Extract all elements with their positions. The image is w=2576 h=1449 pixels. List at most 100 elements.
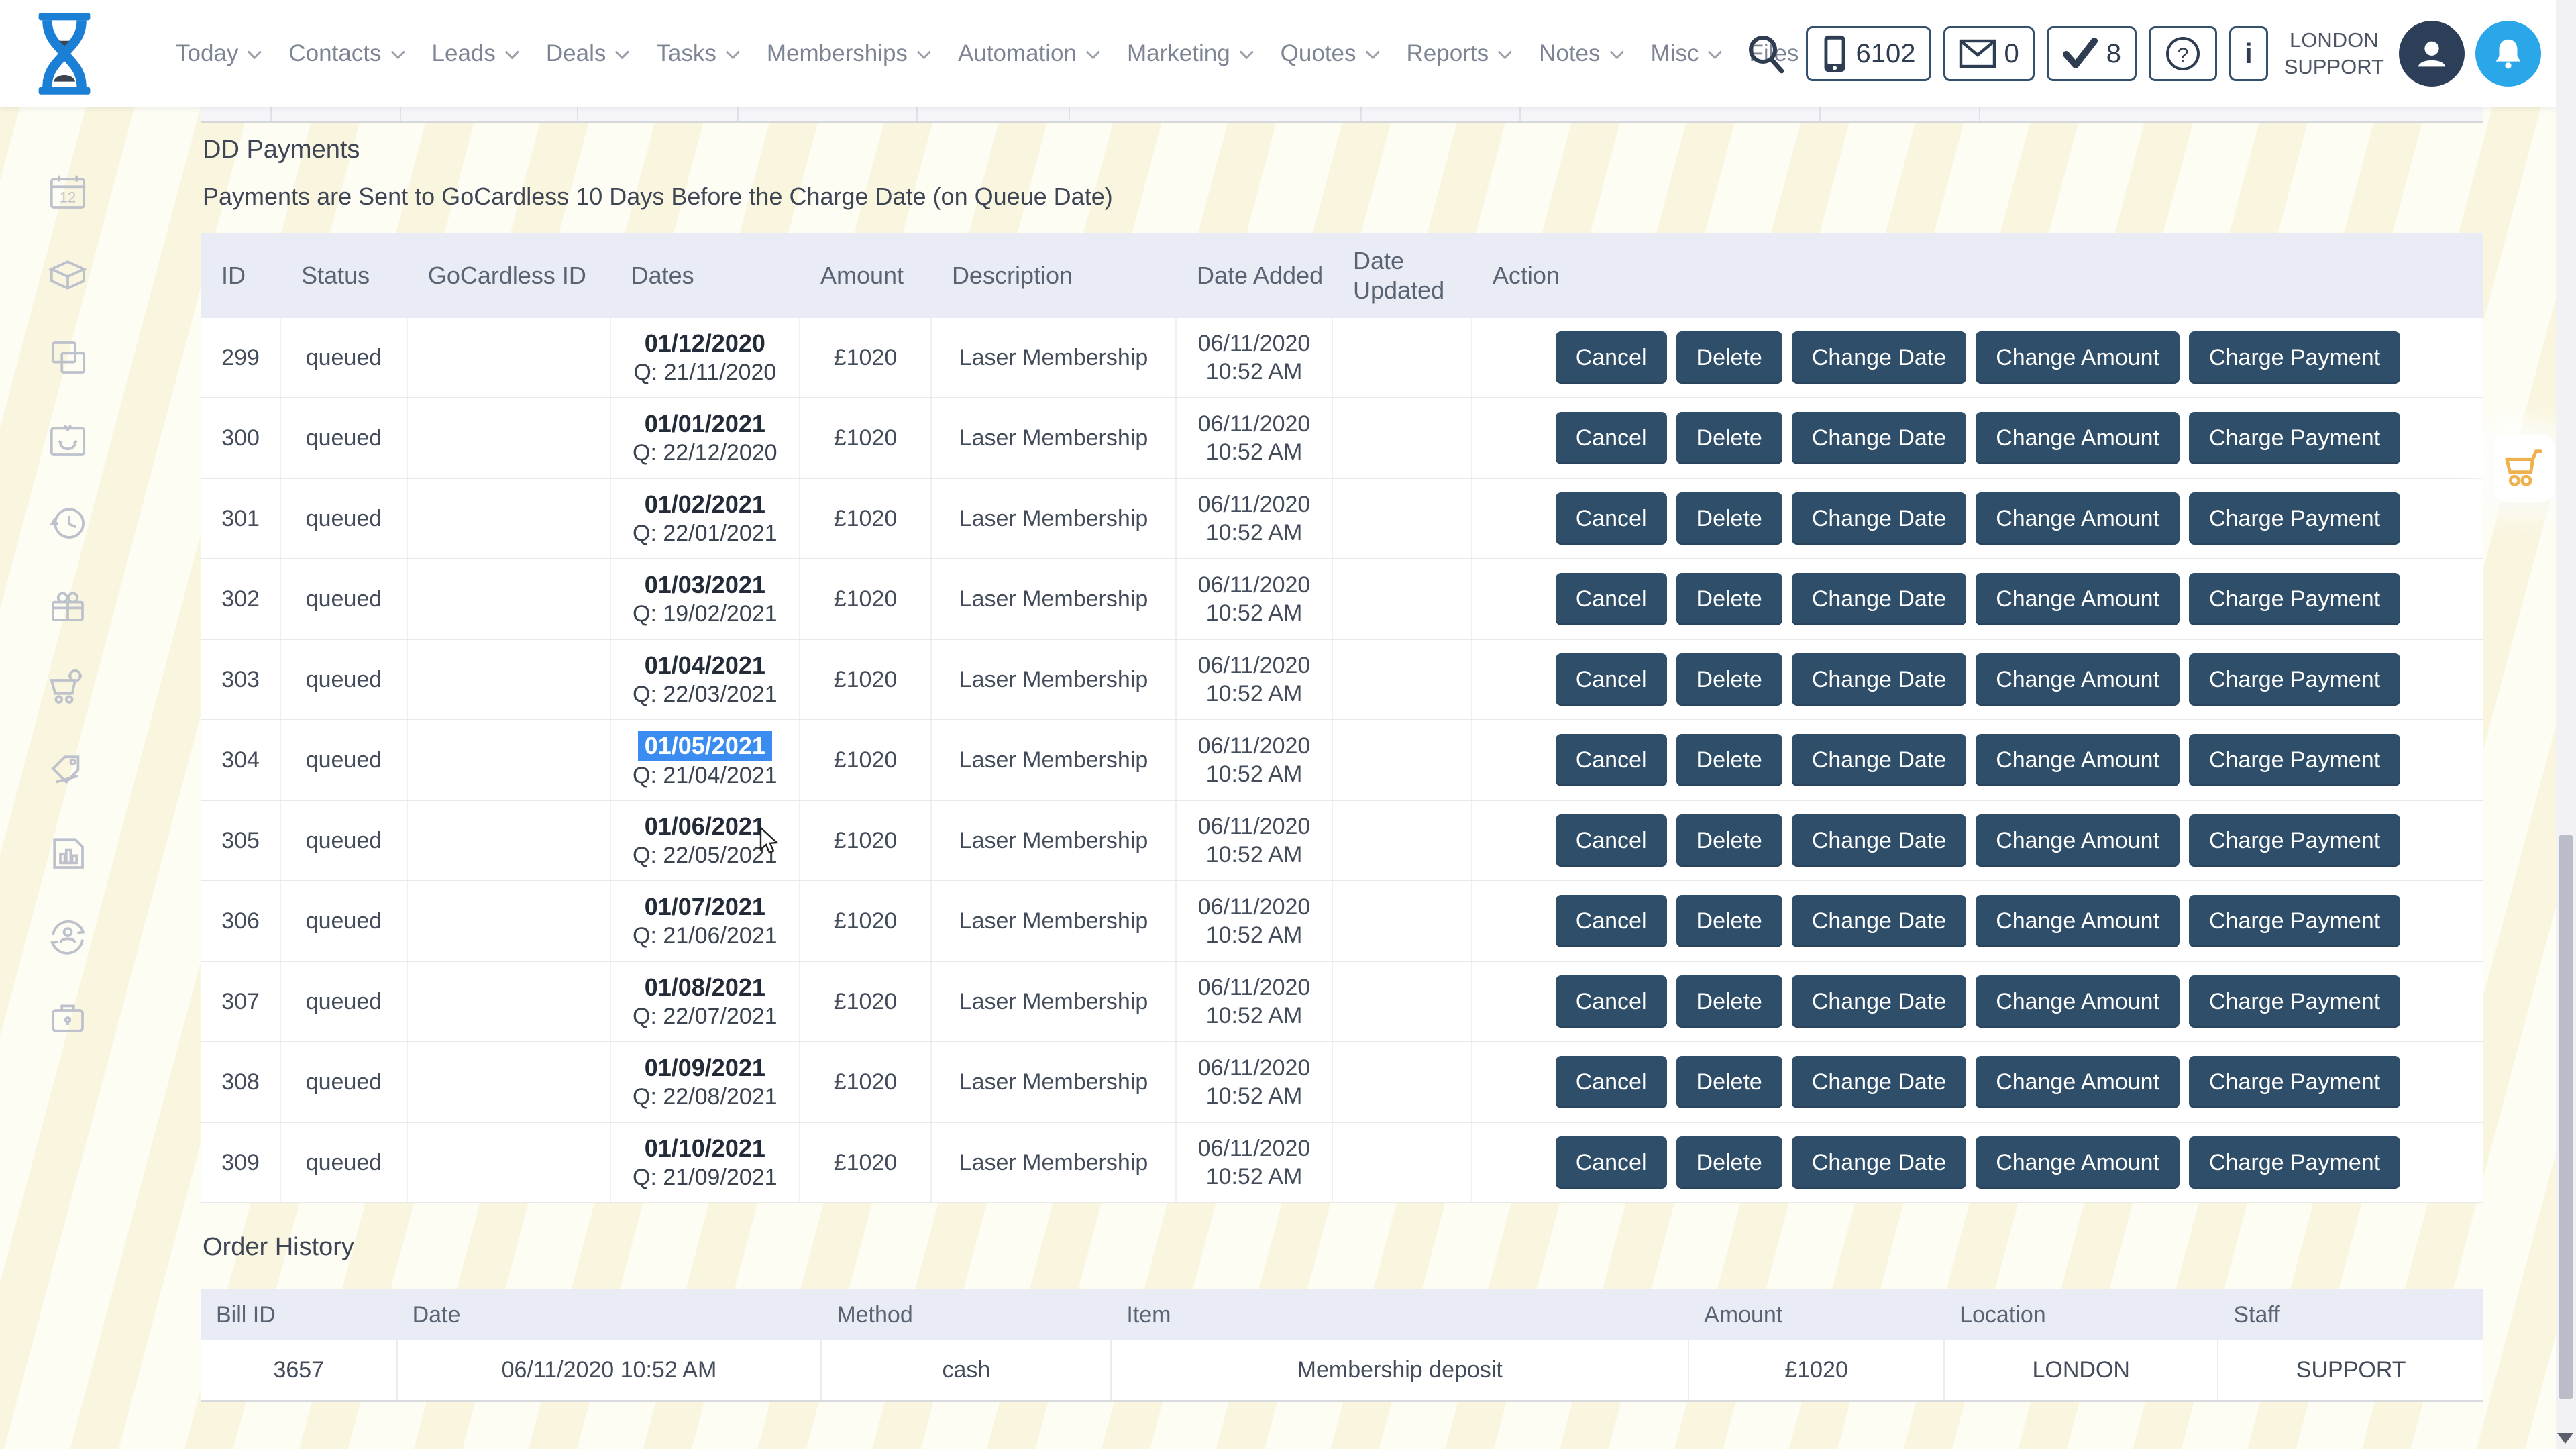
mail-badge[interactable]: 0 — [1943, 26, 2035, 81]
change-date-button[interactable]: Change Date — [1792, 814, 1966, 867]
cancel-button[interactable]: Cancel — [1556, 573, 1667, 625]
change-date-button[interactable]: Change Date — [1792, 492, 1966, 545]
change-amount-button[interactable]: Change Amount — [1976, 734, 2180, 786]
charge-payment-button[interactable]: Charge Payment — [2189, 1056, 2400, 1108]
charge-payment-button[interactable]: Charge Payment — [2189, 331, 2400, 384]
calendar-12-icon[interactable]: 12 — [46, 170, 90, 215]
queue-date: Q: 22/01/2021 — [633, 519, 777, 547]
change-date-button[interactable]: Change Date — [1792, 895, 1966, 947]
change-date-button[interactable]: Change Date — [1792, 573, 1966, 625]
delete-button[interactable]: Delete — [1676, 573, 1782, 625]
price-tags-icon[interactable] — [46, 748, 90, 792]
change-amount-button[interactable]: Change Amount — [1976, 895, 2180, 947]
charge-payment-button[interactable]: Charge Payment — [2189, 814, 2400, 867]
charge-payment-button[interactable]: Charge Payment — [2189, 1136, 2400, 1189]
app-logo-hourglass-icon[interactable] — [32, 11, 97, 97]
delete-button[interactable]: Delete — [1676, 492, 1782, 545]
cancel-button[interactable]: Cancel — [1556, 975, 1667, 1028]
cancel-button[interactable]: Cancel — [1556, 734, 1667, 786]
change-amount-button[interactable]: Change Amount — [1976, 653, 2180, 706]
charge-payment-button[interactable]: Charge Payment — [2189, 734, 2400, 786]
charge-payment-button[interactable]: Charge Payment — [2189, 975, 2400, 1028]
change-amount-button[interactable]: Change Amount — [1976, 573, 2180, 625]
change-amount-button[interactable]: Change Amount — [1976, 412, 2180, 464]
change-amount-button[interactable]: Change Amount — [1976, 1056, 2180, 1108]
change-date-button[interactable]: Change Date — [1792, 412, 1966, 464]
copy-pages-icon[interactable] — [46, 335, 90, 380]
search-icon[interactable] — [1744, 32, 1787, 75]
calendar-renew-icon[interactable] — [46, 418, 90, 462]
delete-button[interactable]: Delete — [1676, 814, 1782, 867]
change-date-button[interactable]: Change Date — [1792, 1136, 1966, 1189]
change-date-button[interactable]: Change Date — [1792, 975, 1966, 1028]
user-avatar[interactable] — [2399, 21, 2465, 87]
change-date-button[interactable]: Change Date — [1792, 331, 1966, 384]
shopping-cart-fab[interactable] — [2493, 435, 2555, 502]
nav-item-contacts[interactable]: Contacts — [288, 40, 400, 67]
scrollbar-down-arrow[interactable] — [2557, 1433, 2573, 1444]
gift-icon[interactable] — [46, 583, 90, 627]
delete-button[interactable]: Delete — [1676, 1056, 1782, 1108]
nav-item-tasks[interactable]: Tasks — [656, 40, 735, 67]
change-amount-button[interactable]: Change Amount — [1976, 331, 2180, 384]
cancel-button[interactable]: Cancel — [1556, 814, 1667, 867]
delete-button[interactable]: Delete — [1676, 895, 1782, 947]
nav-item-deals[interactable]: Deals — [546, 40, 625, 67]
charge-payment-button[interactable]: Charge Payment — [2189, 653, 2400, 706]
change-date-button[interactable]: Change Date — [1792, 1056, 1966, 1108]
tasks-badge[interactable]: 8 — [2047, 26, 2137, 81]
delete-button[interactable]: Delete — [1676, 734, 1782, 786]
nav-item-notes[interactable]: Notes — [1539, 40, 1619, 67]
delete-button[interactable]: Delete — [1676, 331, 1782, 384]
delete-button[interactable]: Delete — [1676, 653, 1782, 706]
case-lock-icon[interactable] — [46, 996, 90, 1040]
cancel-button[interactable]: Cancel — [1556, 653, 1667, 706]
cancel-button[interactable]: Cancel — [1556, 1056, 1667, 1108]
charge-payment-button[interactable]: Charge Payment — [2189, 895, 2400, 947]
info-badge[interactable]: i — [2229, 26, 2268, 81]
chevron-down-icon — [726, 45, 740, 59]
history-icon[interactable] — [46, 500, 90, 545]
package-icon[interactable] — [46, 253, 90, 297]
nav-item-memberships[interactable]: Memberships — [767, 40, 927, 67]
cancel-button[interactable]: Cancel — [1556, 895, 1667, 947]
cancel-button[interactable]: Cancel — [1556, 492, 1667, 545]
nav-item-automation[interactable]: Automation — [958, 40, 1096, 67]
person-sync-icon[interactable] — [46, 913, 90, 957]
charge-payment-button[interactable]: Charge Payment — [2189, 412, 2400, 464]
queue-date: Q: 22/07/2021 — [633, 1002, 777, 1030]
cart-gear-icon[interactable] — [46, 665, 90, 710]
scrollbar-track[interactable] — [2556, 0, 2576, 1449]
change-date-button[interactable]: Change Date — [1792, 653, 1966, 706]
nav-item-quotes[interactable]: Quotes — [1281, 40, 1376, 67]
scrollbar-thumb[interactable] — [2559, 835, 2573, 1399]
nav-item-misc[interactable]: Misc — [1651, 40, 1719, 67]
delete-button[interactable]: Delete — [1676, 1136, 1782, 1189]
nav-item-reports[interactable]: Reports — [1407, 40, 1509, 67]
payment-dates: 01/03/2021 Q: 19/02/2021 — [611, 559, 800, 639]
payment-description: Laser Membership — [932, 640, 1177, 719]
phone-calls-badge[interactable]: 6102 — [1806, 26, 1931, 81]
dd-payments-title: DD Payments — [203, 136, 360, 164]
cancel-button[interactable]: Cancel — [1556, 412, 1667, 464]
nav-item-leads[interactable]: Leads — [432, 40, 515, 67]
change-amount-button[interactable]: Change Amount — [1976, 1136, 2180, 1189]
change-amount-button[interactable]: Change Amount — [1976, 814, 2180, 867]
payment-date-added: 06/11/202010:52 AM — [1177, 479, 1333, 558]
help-badge[interactable]: ? — [2149, 26, 2217, 81]
change-amount-button[interactable]: Change Amount — [1976, 975, 2180, 1028]
dd-payment-row: 302 queued 01/03/2021 Q: 19/02/2021 £102… — [201, 559, 2483, 640]
change-date-button[interactable]: Change Date — [1792, 734, 1966, 786]
cancel-button[interactable]: Cancel — [1556, 1136, 1667, 1189]
charge-payment-button[interactable]: Charge Payment — [2189, 492, 2400, 545]
delete-button[interactable]: Delete — [1676, 412, 1782, 464]
notifications-button[interactable] — [2475, 21, 2541, 87]
order-method: cash — [822, 1340, 1112, 1400]
report-doc-icon[interactable] — [46, 830, 90, 875]
nav-item-today[interactable]: Today — [176, 40, 258, 67]
delete-button[interactable]: Delete — [1676, 975, 1782, 1028]
nav-item-marketing[interactable]: Marketing — [1127, 40, 1250, 67]
cancel-button[interactable]: Cancel — [1556, 331, 1667, 384]
charge-payment-button[interactable]: Charge Payment — [2189, 573, 2400, 625]
change-amount-button[interactable]: Change Amount — [1976, 492, 2180, 545]
